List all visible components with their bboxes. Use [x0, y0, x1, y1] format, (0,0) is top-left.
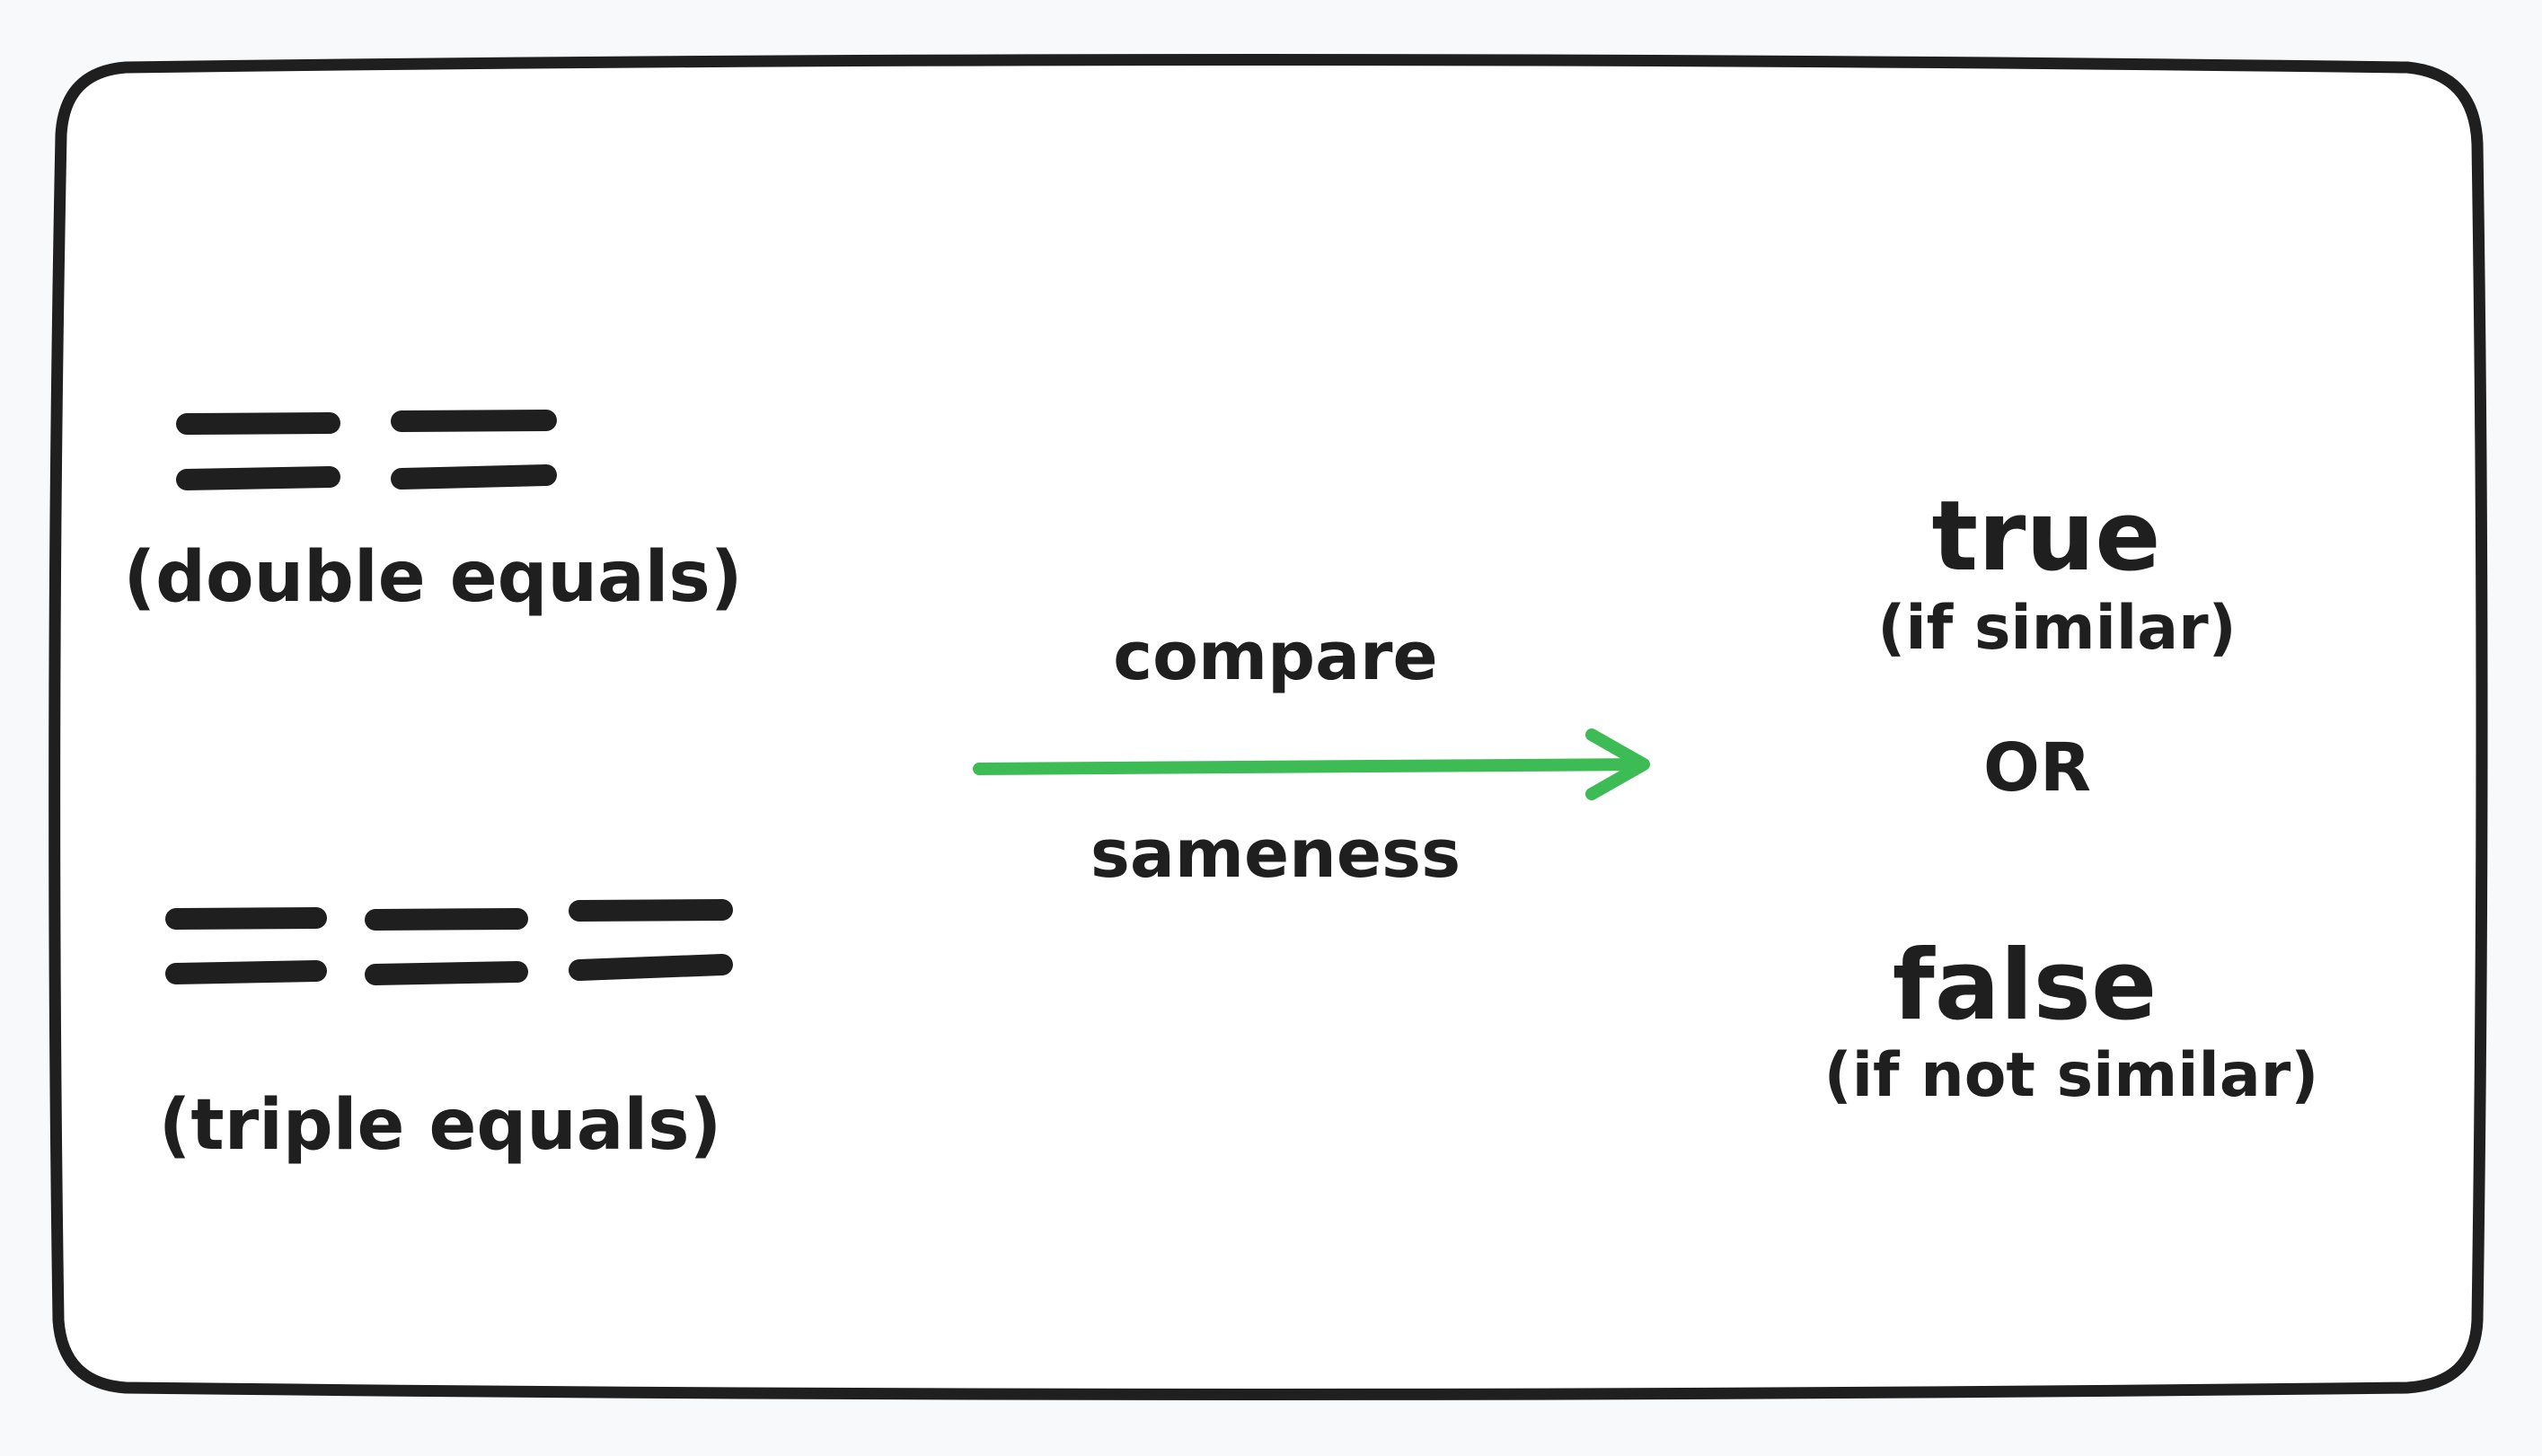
false-note: (if not similar)	[1823, 1040, 2319, 1111]
triple-equals-label: (triple equals)	[158, 1085, 722, 1166]
or-label: OR	[1983, 729, 2091, 807]
triple-equals-bar-2b	[365, 961, 528, 985]
double-equals-bar-2a	[391, 410, 557, 432]
double-equals-label: (double equals)	[123, 537, 743, 618]
triple-equals-bar-2a	[365, 908, 528, 931]
triple-equals-bar-1a	[165, 907, 327, 930]
false-label: false	[1892, 930, 2158, 1042]
diagram-canvas: (double equals) (triple equals) compare …	[0, 0, 2542, 1456]
double-equals-bar-2b	[391, 464, 557, 490]
arrow-shaft	[973, 758, 1648, 775]
frame-border	[49, 54, 2488, 1400]
true-note: (if similar)	[1877, 593, 2237, 664]
double-equals-bar-1b	[176, 466, 340, 490]
triple-equals-bar-1b	[165, 960, 327, 984]
triple-equals-bar-3b	[569, 954, 733, 981]
sameness-label: sameness	[1090, 816, 1461, 893]
compare-label: compare	[1113, 618, 1438, 695]
double-equals-bar-1a	[176, 412, 340, 435]
triple-equals-bar-3a	[569, 899, 733, 922]
diagram-svg	[49, 54, 2488, 1400]
true-label: true	[1931, 481, 2161, 593]
